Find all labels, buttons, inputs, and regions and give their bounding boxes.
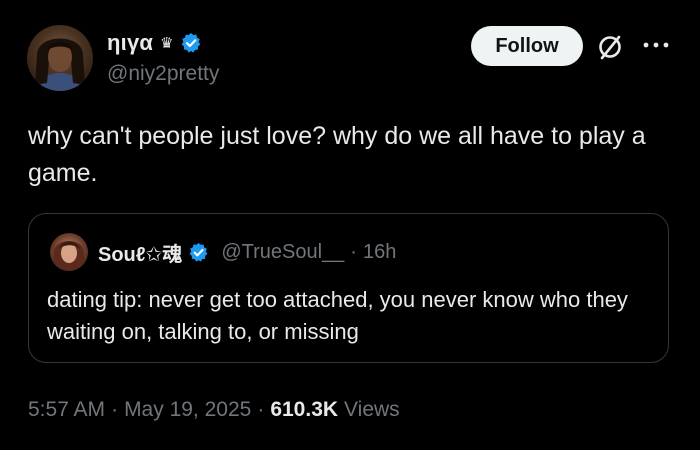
views-label: Views (344, 398, 400, 421)
separator-dot: · (111, 398, 119, 421)
author-display-name[interactable]: ηιγα (107, 30, 153, 56)
quoted-timestamp[interactable]: 16h (363, 241, 396, 264)
tweet-time[interactable]: 5:57 AM (28, 398, 105, 422)
verified-badge-icon[interactable] (188, 242, 209, 263)
quoted-tweet-text: dating tip: never get too attached, you … (47, 287, 628, 344)
more-options-icon[interactable] (641, 35, 671, 55)
author-avatar[interactable] (27, 25, 93, 91)
tweet-meta: 5:57 AM · May 19, 2025 · 610.3K Views (28, 395, 400, 425)
author-name-row[interactable]: ηιγα ♛ (107, 28, 202, 58)
verified-badge-icon[interactable] (180, 32, 202, 54)
quoted-tweet[interactable]: Souℓ✩魂 @TrueSoul__ · 16h dating tip: nev… (28, 213, 669, 363)
views-count[interactable]: 610.3K (270, 398, 338, 422)
quoted-author-avatar[interactable] (50, 233, 88, 271)
author-handle[interactable]: @niy2pretty (107, 62, 219, 86)
tweet-card: ηιγα ♛ @niy2pretty Follow why can't peop… (0, 0, 700, 450)
tweet-text: why can't people just love? why do we al… (28, 122, 646, 187)
grok-icon[interactable] (594, 31, 626, 63)
quoted-header: Souℓ✩魂 @TrueSoul__ · 16h (98, 238, 396, 266)
crown-icon: ♛ (160, 34, 174, 52)
quoted-display-name[interactable]: Souℓ✩魂 (98, 238, 182, 267)
quoted-handle[interactable]: @TrueSoul__ (221, 241, 344, 264)
follow-button[interactable]: Follow (471, 26, 583, 66)
separator-dot: · (257, 398, 265, 421)
separator-dot: · (350, 240, 357, 263)
tweet-date[interactable]: May 19, 2025 (124, 398, 251, 422)
